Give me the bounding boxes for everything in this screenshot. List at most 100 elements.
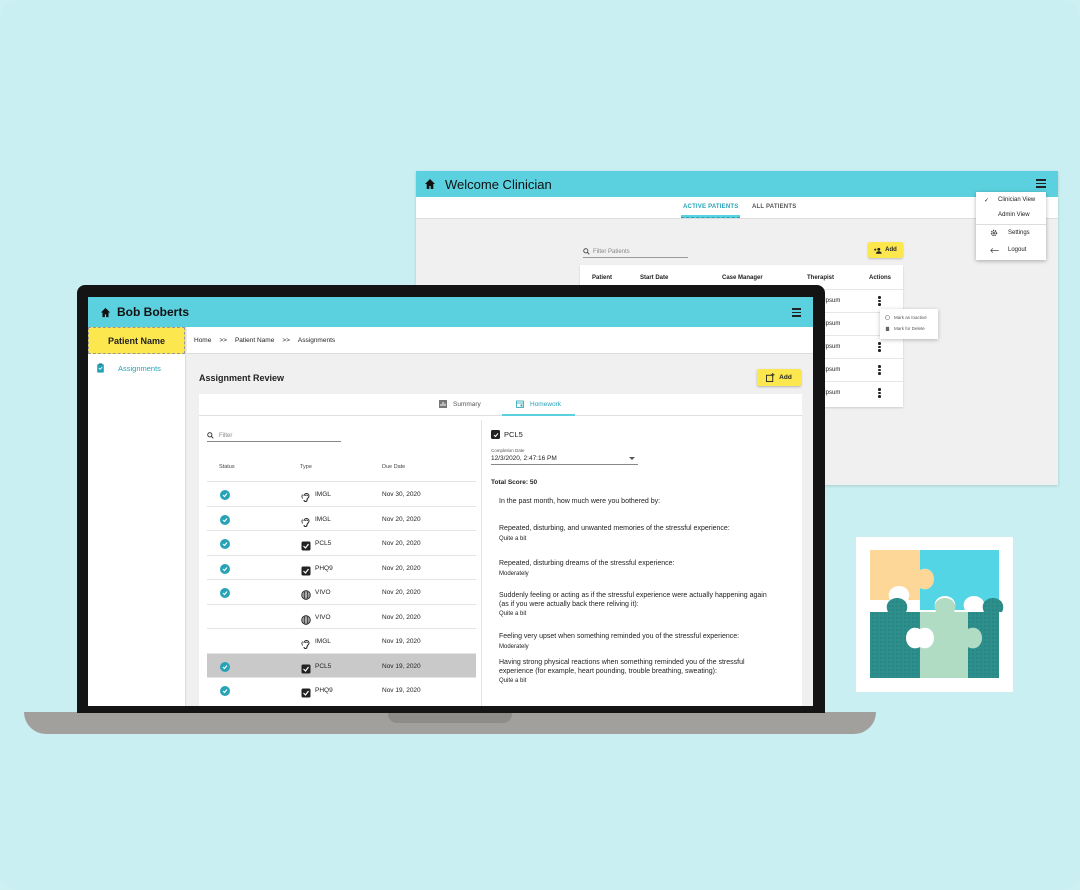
clinician-title: Welcome Clinician: [445, 176, 552, 192]
tab-homework[interactable]: Homework: [501, 400, 576, 416]
clinician-view-item[interactable]: Clinician View: [998, 197, 1035, 203]
breadcrumb-separator: >>: [219, 336, 227, 344]
table-row[interactable]: VIVO Nov 20, 2020: [207, 579, 476, 604]
completed-check-icon: [220, 490, 230, 500]
question-item: Suddenly feeling or acting as if the str…: [499, 592, 774, 619]
more-actions-icon[interactable]: [878, 365, 881, 375]
completion-date-select[interactable]: 12/3/2020, 2:47:16 PM: [491, 455, 638, 465]
app-header: Bob Boberts: [88, 297, 813, 327]
table-row[interactable]: PHQ9 Nov 20, 2020: [207, 554, 476, 580]
add-assignment-icon: [766, 373, 775, 382]
add-patient-button[interactable]: Add: [868, 242, 903, 258]
bar-chart-icon: [439, 400, 447, 408]
therapist-cell: Ipsum: [824, 321, 841, 327]
table-row[interactable]: VIVO Nov 20, 2020: [207, 603, 476, 629]
filter-patients-input[interactable]: Filter Patients: [583, 248, 688, 258]
completion-date-label: Completion Date: [491, 448, 525, 453]
search-icon: [583, 248, 590, 255]
user-name: Bob Boberts: [117, 305, 189, 319]
due-date: Nov 20, 2020: [382, 540, 421, 547]
detail-title-text: PCL5: [504, 430, 523, 439]
admin-view-item[interactable]: Admin View: [998, 212, 1030, 218]
sidebar-item-assignments[interactable]: Assignments: [96, 363, 161, 373]
due-date: Nov 20, 2020: [382, 564, 421, 572]
assignment-type: VIVO: [315, 589, 331, 596]
completed-check-icon: [220, 661, 230, 672]
main-content: Assignment Review Add Summary Homework F…: [187, 354, 813, 706]
laptop-screen: Bob Boberts Patient Name Assignments Hom…: [88, 297, 813, 706]
table-row[interactable]: IMGL Nov 30, 2020: [207, 481, 476, 506]
answer-text: Quite a bit: [499, 611, 527, 617]
completed-check-icon: [220, 588, 230, 598]
checkbox-icon: [301, 538, 311, 551]
home-icon[interactable]: [424, 178, 436, 190]
due-date: Nov 20, 2020: [382, 589, 421, 596]
assignment-type: PHQ9: [315, 687, 333, 694]
question-item: Feeling very upset when something remind…: [499, 633, 774, 651]
due-date: Nov 20, 2020: [382, 613, 421, 621]
clinician-header: Welcome Clinician: [416, 171, 1058, 197]
due-date: Nov 19, 2020: [382, 662, 421, 670]
ear-icon: [301, 636, 311, 649]
gear-icon: [990, 229, 998, 237]
tab-label: Homework: [530, 400, 562, 408]
due-date: Nov 20, 2020: [382, 515, 421, 523]
checkbox-icon: [491, 430, 500, 439]
more-actions-icon[interactable]: [878, 388, 881, 398]
question-text: Suddenly feeling or acting as if the str…: [499, 592, 767, 608]
question-item: Having strong physical reactions when so…: [499, 659, 774, 686]
settings-item[interactable]: Settings: [1008, 230, 1030, 236]
due-date: Nov 19, 2020: [382, 687, 421, 694]
filter-placeholder: Filter: [219, 432, 233, 439]
mark-delete-item[interactable]: Mark for Delete: [894, 326, 925, 331]
question-text: Repeated, disturbing, and unwanted memor…: [499, 525, 730, 532]
answer-text: Quite a bit: [499, 678, 527, 684]
globe-icon: [301, 612, 311, 625]
search-icon: [207, 432, 214, 439]
breadcrumb-home[interactable]: Home: [194, 337, 211, 344]
therapist-cell: Ipsum: [824, 344, 841, 350]
assignment-type: IMGL: [315, 491, 331, 498]
checkbox-icon: [301, 685, 311, 698]
more-actions-icon[interactable]: [878, 296, 881, 306]
more-actions-icon[interactable]: [878, 342, 881, 352]
breadcrumb-patient[interactable]: Patient Name: [235, 337, 274, 344]
check-icon: ✓: [984, 198, 990, 204]
table-row[interactable]: PCL5 Nov 20, 2020: [207, 530, 476, 555]
breadcrumb-assignments: Assignments: [297, 336, 336, 344]
tab-summary[interactable]: Summary: [439, 400, 481, 408]
menu-icon[interactable]: [1036, 179, 1046, 188]
col-patient: Patient: [592, 275, 613, 281]
table-row[interactable]: PHQ9 Nov 19, 2020: [207, 677, 476, 702]
table-row[interactable]: PCL5 Nov 19, 2020: [207, 652, 476, 678]
logout-item[interactable]: Logout: [1008, 247, 1026, 253]
tab-all-patients[interactable]: ALL PATIENTS: [752, 204, 796, 210]
filter-placeholder: Filter Patients: [593, 248, 630, 255]
arrow-left-icon: [990, 248, 999, 253]
add-person-icon: [874, 247, 882, 254]
table-row[interactable]: IMGL Nov 19, 2020: [207, 628, 476, 653]
assignment-type: PCL5: [315, 662, 332, 670]
question-text: Repeated, disturbing dreams of the stres…: [499, 560, 675, 567]
col-due-date: Due Date: [382, 464, 406, 470]
clipboard-icon: [97, 363, 104, 373]
mark-inactive-item[interactable]: Mark as Inactive: [894, 315, 927, 320]
question-item: Repeated, disturbing, and unwanted memor…: [499, 525, 774, 543]
filter-input[interactable]: Filter: [207, 432, 341, 442]
add-assignment-button[interactable]: Add: [757, 369, 801, 386]
due-date: Nov 30, 2020: [382, 491, 421, 498]
divider: [481, 420, 482, 706]
assignment-detail: PCL5 Completion Date 12/3/2020, 2:47:16 …: [491, 430, 801, 684]
answer-text: Quite a bit: [499, 535, 527, 542]
question-intro: In the past month, how much were you bot…: [499, 498, 661, 505]
assignment-type: PHQ9: [315, 564, 333, 572]
table-row[interactable]: IMGL Nov 20, 2020: [207, 505, 476, 531]
puzzle-logo: [856, 537, 1013, 692]
tab-active-patients[interactable]: ACTIVE PATIENTS: [680, 204, 741, 218]
total-score: Total Score: 50: [491, 479, 538, 486]
puzzle-icon: [870, 550, 1004, 678]
review-tabs: Summary Homework: [199, 394, 802, 416]
home-icon[interactable]: [100, 307, 111, 318]
checkbox-icon: [301, 563, 311, 575]
menu-icon[interactable]: [792, 308, 801, 319]
